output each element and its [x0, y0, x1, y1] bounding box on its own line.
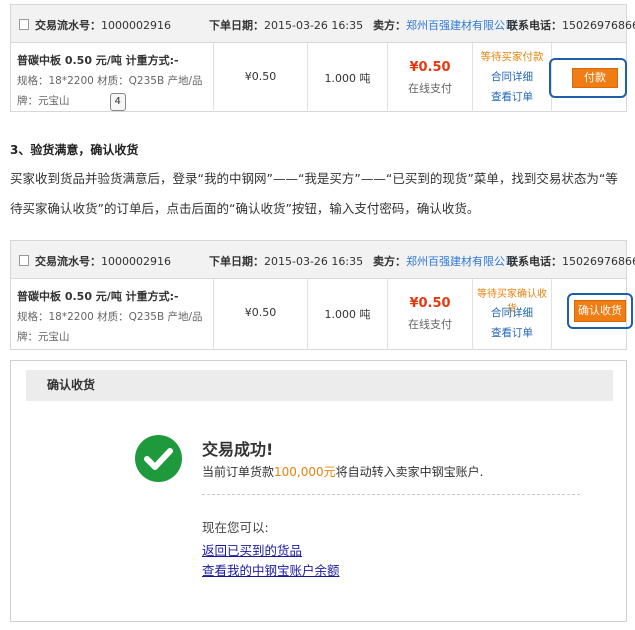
seller-link[interactable]: 郑州百强建材有限公司 [406, 19, 516, 32]
dialog-title: 确认收货 [26, 370, 613, 401]
next-steps-label: 现在您可以: [202, 520, 269, 535]
seller: 卖方：郑州百强建材有限公司 [373, 255, 516, 268]
order-select-checkbox[interactable] [19, 19, 29, 30]
status-cell: 等待买家确认收货 合同详细 查看订单 [472, 279, 551, 350]
contact-phone: 联系电话：15026976866 [507, 19, 635, 32]
view-order-link[interactable]: 查看订单 [473, 89, 551, 104]
order-card-1: 交易流水号：1000002916 下单日期：2015-03-26 16:35 卖… [10, 4, 635, 112]
pay-type: 在线支付 [408, 318, 452, 331]
confirm-receipt-button[interactable]: 确认收货 [574, 300, 626, 322]
product-name: 普碳中板 0.50 元/吨 计重方式:- [17, 290, 179, 303]
quantity-cell: 1.000 吨 [307, 43, 387, 112]
quantity: 1.000 吨 [324, 72, 371, 85]
order-select-checkbox[interactable] [19, 255, 29, 266]
back-to-purchased-link[interactable]: 返回已买到的货品 [202, 540, 302, 559]
unit-price-cell: ¥0.50 [213, 279, 307, 350]
action-cell: 确认收货 [551, 279, 633, 350]
order-body: 普碳中板 0.50 元/吨 计重方式:- 规格：18*2200 材质：Q235B… [11, 43, 628, 112]
serial-number: 交易流水号：1000002916 [35, 255, 171, 268]
quantity-cell: 1.000 吨 [307, 279, 387, 350]
view-order-link[interactable]: 查看订单 [473, 325, 551, 340]
order-header: 交易流水号：1000002916 下单日期：2015-03-26 16:35 卖… [11, 241, 635, 279]
contract-detail-link[interactable]: 合同详细 [473, 305, 551, 320]
step-description: 买家收到货品并验货满意后，登录“我的中钢网”——“我是买方”——“已买到的现货”… [10, 171, 618, 216]
seller-link[interactable]: 郑州百强建材有限公司 [406, 255, 516, 268]
unit-price-cell: ¥0.50 [213, 43, 307, 112]
status-cell: 等待买家付款 合同详细 查看订单 [472, 43, 551, 112]
seller: 卖方：郑州百强建材有限公司 [373, 19, 516, 32]
success-description: 当前订单货款100,000元将自动转入卖家中钢宝账户. [202, 465, 484, 479]
product-cell: 普碳中板 0.50 元/吨 计重方式:- 规格：18*2200 材质：Q235B… [11, 43, 213, 112]
transfer-amount: 100,000元 [274, 465, 336, 479]
success-check-icon [135, 435, 182, 482]
contact-phone: 联系电话：15026976866 [507, 255, 635, 268]
total-cell: ¥0.50 在线支付 [387, 279, 472, 350]
action-cell: 付款 [549, 43, 628, 112]
pay-type: 在线支付 [408, 82, 452, 95]
view-balance-link[interactable]: 查看我的中钢宝账户余额 [202, 560, 340, 579]
total-cell: ¥0.50 在线支付 [387, 43, 472, 112]
success-title: 交易成功! [202, 440, 274, 459]
total-amount: ¥0.50 [409, 296, 451, 311]
contract-detail-link[interactable]: 合同详细 [473, 69, 551, 84]
total-amount: ¥0.50 [409, 60, 451, 75]
order-date: 下单日期：2015-03-26 16:35 [209, 255, 364, 268]
serial-number: 交易流水号：1000002916 [35, 19, 171, 32]
unit-price: ¥0.50 [244, 70, 277, 83]
unit-price: ¥0.50 [244, 306, 277, 319]
order-header: 交易流水号：1000002916 下单日期：2015-03-26 16:35 卖… [11, 5, 635, 43]
order-date: 下单日期：2015-03-26 16:35 [209, 19, 364, 32]
product-spec: 规格：18*2200 材质：Q235B 产地/品牌：元宝山 [17, 311, 203, 343]
quantity: 1.000 吨 [324, 308, 371, 321]
confirm-receipt-dialog: 确认收货 交易成功! 当前订单货款100,000元将自动转入卖家中钢宝账户. 现… [10, 360, 627, 622]
order-card-2: 交易流水号：1000002916 下单日期：2015-03-26 16:35 卖… [10, 240, 635, 350]
product-spec: 规格：18*2200 材质：Q235B 产地/品牌：元宝山 4 [17, 71, 213, 111]
step-title: 3、验货满意，确认收货 [10, 143, 139, 157]
order-body: 普碳中板 0.50 元/吨 计重方式:- 规格：18*2200 材质：Q235B… [11, 279, 633, 350]
divider [202, 494, 580, 495]
product-name: 普碳中板 0.50 元/吨 计重方式:- [17, 54, 179, 67]
pay-button[interactable]: 付款 [572, 68, 618, 88]
page-badge: 4 [109, 93, 126, 111]
order-status: 等待买家付款 [480, 51, 544, 63]
product-cell: 普碳中板 0.50 元/吨 计重方式:- 规格：18*2200 材质：Q235B… [11, 279, 213, 350]
